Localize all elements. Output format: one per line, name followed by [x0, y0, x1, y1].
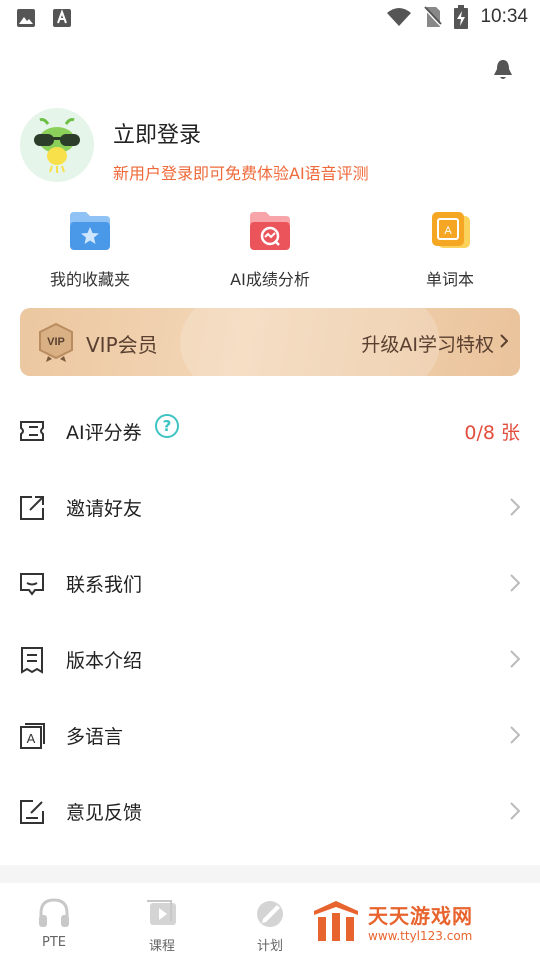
menu-item-ai-score-ticket[interactable]: AI评分券 ? 0/8 张 — [0, 394, 540, 470]
avatar[interactable] — [20, 108, 94, 182]
menu-item-contact-us[interactable]: 联系我们 — [0, 546, 540, 622]
watermark-logo-icon — [314, 901, 358, 941]
no-sim-icon — [424, 6, 443, 27]
menu-item-invite-friends[interactable]: 邀请好友 — [0, 470, 540, 546]
clock: 10:34 — [480, 6, 528, 27]
tab-plan[interactable]: 计划 — [240, 897, 300, 954]
vip-badge-icon: VIP — [39, 322, 73, 362]
quick-action-favorites[interactable]: 我的收藏夹 — [15, 210, 165, 290]
menu-item-language[interactable]: A 多语言 — [0, 698, 540, 774]
quick-action-wordbook[interactable]: A 单词本 — [375, 210, 525, 290]
vip-upgrade-link[interactable]: 升级AI学习特权 — [361, 330, 494, 357]
tab-label: PTE — [42, 935, 66, 950]
plan-icon — [257, 901, 283, 927]
vip-banner[interactable]: VIP VIP会员 升级AI学习特权 — [20, 308, 520, 376]
document-icon — [21, 647, 43, 674]
mascot-icon — [20, 108, 94, 182]
tab-label: 计划 — [256, 939, 283, 954]
menu-item-version-info[interactable]: 版本介绍 — [0, 622, 540, 698]
chevron-right-icon — [510, 726, 520, 744]
share-icon — [20, 496, 44, 520]
course-icon — [147, 900, 176, 925]
image-notification-icon — [17, 9, 35, 27]
chevron-right-icon — [500, 334, 508, 348]
chevron-right-icon — [510, 802, 520, 820]
tab-pte[interactable]: PTE — [24, 897, 84, 950]
notification-bell-icon[interactable] — [492, 58, 514, 82]
favorites-folder-icon — [70, 212, 110, 250]
chevron-right-icon — [510, 574, 520, 592]
feedback-icon — [20, 800, 44, 824]
vip-badge-text: VIP — [47, 336, 65, 348]
battery-charging-icon — [454, 5, 469, 29]
chevron-right-icon — [510, 498, 520, 516]
menu-item-label: 邀请好友 — [66, 498, 143, 520]
section-divider — [0, 865, 540, 883]
quick-action-label: 单词本 — [425, 270, 474, 289]
site-watermark: 天天游戏网 www.ttyl123.com — [312, 899, 473, 943]
menu-item-feedback[interactable]: 意见反馈 — [0, 774, 540, 850]
menu-item-label: 意见反馈 — [66, 802, 143, 824]
font-notification-icon — [53, 9, 71, 27]
help-icon[interactable]: ? — [155, 414, 179, 438]
menu-item-label: AI评分券 — [66, 422, 142, 444]
status-bar: 10:34 — [0, 0, 540, 36]
svg-text:A: A — [444, 225, 452, 237]
wifi-icon — [387, 8, 412, 26]
chevron-right-icon — [510, 650, 520, 668]
language-icon-letter: A — [27, 731, 36, 746]
score-analysis-icon — [250, 212, 290, 250]
bottom-tab-bar: PTE 课程 计划 天天游戏网 www.ttyl123.com — [0, 883, 540, 960]
watermark-url: www.ttyl123.com — [368, 928, 473, 943]
wordbook-icon: A — [432, 212, 470, 248]
quick-action-label: 我的收藏夹 — [49, 270, 130, 289]
tab-label: 课程 — [148, 939, 175, 954]
menu-item-label: 多语言 — [66, 726, 124, 748]
watermark-name: 天天游戏网 — [368, 903, 473, 928]
ticket-icon — [20, 421, 44, 441]
ticket-count: 0/8 张 — [464, 422, 520, 444]
login-title[interactable]: 立即登录 — [113, 117, 201, 149]
message-icon — [20, 573, 44, 596]
quick-action-label: AI成绩分析 — [230, 270, 310, 289]
login-subtitle[interactable]: 新用户登录即可免费体验AI语音评测 — [113, 160, 369, 184]
vip-title: VIP会员 — [86, 333, 158, 357]
menu-item-label: 版本介绍 — [66, 650, 143, 672]
headphones-icon — [39, 898, 69, 927]
language-icon: A — [20, 723, 45, 749]
menu-item-label: 联系我们 — [66, 574, 143, 596]
tab-course[interactable]: 课程 — [132, 897, 192, 954]
quick-action-score-analysis[interactable]: AI成绩分析 — [195, 210, 345, 290]
